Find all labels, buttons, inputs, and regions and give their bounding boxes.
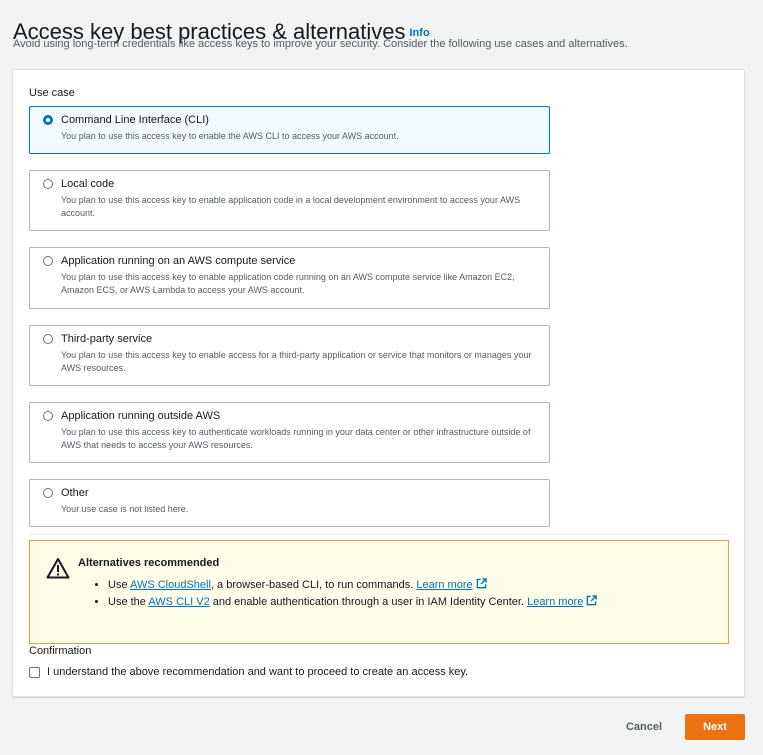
use-case-option-aws-compute[interactable]: Application running on an AWS compute se… <box>29 247 550 309</box>
option-description: Your use case is not listed here. <box>61 504 189 514</box>
confirmation-label: Confirmation <box>29 645 92 657</box>
external-link-icon <box>587 595 598 606</box>
next-button[interactable]: Next <box>685 714 745 740</box>
learn-more-label: Learn more <box>416 579 473 591</box>
aws-cli-v2-link[interactable]: AWS CLI V2 <box>148 596 209 608</box>
cancel-button[interactable]: Cancel <box>612 716 676 738</box>
learn-more-link-cli-v2[interactable]: Learn more <box>527 595 598 608</box>
option-title: Application running on an AWS compute se… <box>61 255 296 267</box>
confirmation-checkbox-label[interactable]: I understand the above recommendation an… <box>47 666 468 678</box>
alert-list: Use AWS CloudShell, a browser-based CLI,… <box>94 577 598 611</box>
option-title: Command Line Interface (CLI) <box>61 114 209 126</box>
external-link-icon <box>476 578 487 589</box>
learn-more-link-cloudshell[interactable]: Learn more <box>416 578 487 591</box>
alternatives-alert: Alternatives recommended Use AWS CloudSh… <box>29 540 729 644</box>
use-case-option-local-code[interactable]: Local code You plan to use this access k… <box>29 170 550 231</box>
use-case-option-outside-aws[interactable]: Application running outside AWS You plan… <box>29 402 550 463</box>
use-case-option-third-party[interactable]: Third-party service You plan to use this… <box>29 325 550 386</box>
radio-button[interactable] <box>43 488 53 498</box>
alert-title: Alternatives recommended <box>78 557 220 569</box>
option-description: You plan to use this access key to enabl… <box>61 131 399 141</box>
warning-icon <box>46 558 70 579</box>
alert-item-suffix: and enable authentication through a user… <box>209 596 528 608</box>
radio-button[interactable] <box>43 411 53 421</box>
option-description: You plan to use this access key to enabl… <box>61 350 532 373</box>
alert-item-cloudshell: Use AWS CloudShell, a browser-based CLI,… <box>108 577 597 594</box>
option-title: Other <box>61 487 89 499</box>
option-title: Local code <box>61 178 115 190</box>
option-description: You plan to use this access key to enabl… <box>61 195 521 218</box>
main-panel: Use case Command Line Interface (CLI) Yo… <box>12 69 745 697</box>
learn-more-label: Learn more <box>527 596 584 608</box>
use-case-option-other[interactable]: Other Your use case is not listed here. <box>29 479 550 527</box>
radio-button[interactable] <box>43 256 53 266</box>
option-title: Application running outside AWS <box>61 410 221 422</box>
aws-cloudshell-link[interactable]: AWS CloudShell <box>130 579 211 591</box>
page-description: Avoid using long-term credentials like a… <box>13 38 628 50</box>
divider <box>29 534 729 535</box>
option-title: Third-party service <box>61 333 153 345</box>
use-case-label: Use case <box>29 87 75 99</box>
radio-button[interactable] <box>43 334 53 344</box>
alert-item-suffix: , a browser-based CLI, to run commands. <box>210 579 417 591</box>
alert-item-cli-v2: Use the AWS CLI V2 and enable authentica… <box>108 594 598 611</box>
confirmation-checkbox[interactable] <box>29 667 40 678</box>
radio-button-selected[interactable] <box>43 115 53 125</box>
option-description: You plan to use this access key to enabl… <box>61 272 515 295</box>
option-description: You plan to use this access key to authe… <box>61 427 531 450</box>
use-case-option-cli[interactable]: Command Line Interface (CLI) You plan to… <box>29 106 550 154</box>
alert-item-prefix: Use <box>108 579 131 591</box>
alert-item-prefix: Use the <box>108 596 149 608</box>
radio-button[interactable] <box>43 179 53 189</box>
